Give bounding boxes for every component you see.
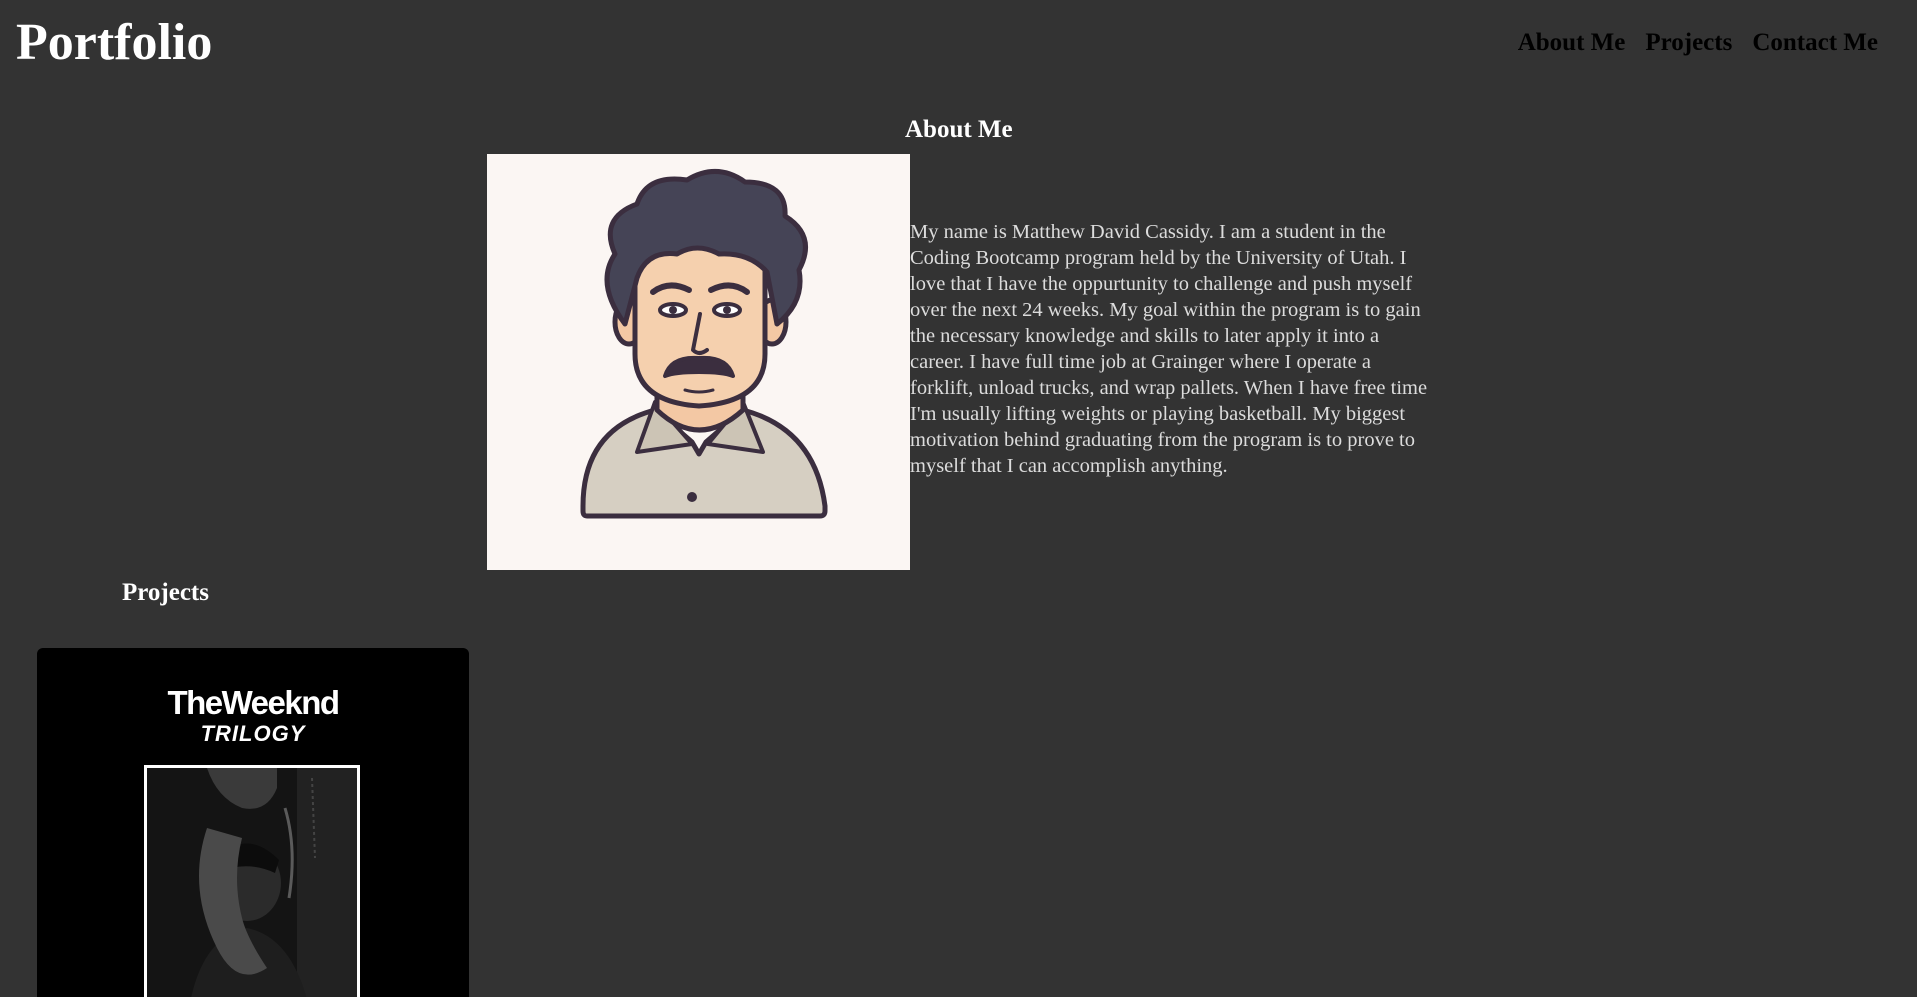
project-cover-subtitle: TRILOGY: [200, 721, 306, 746]
nav-link-contact-me[interactable]: Contact Me: [1752, 26, 1878, 60]
about-me-heading: About Me: [905, 116, 1013, 143]
about-me-bio: My name is Matthew David Cassidy. I am a…: [910, 221, 1428, 477]
main-nav: About Me Projects Contact Me: [1518, 26, 1878, 60]
nav-link-about-me[interactable]: About Me: [1518, 26, 1626, 60]
portfolio-page: Portfolio About Me Projects Contact Me A…: [0, 0, 1917, 997]
project-card[interactable]: TheWeeknd TRILOGY: [37, 648, 469, 997]
profile-avatar: [487, 154, 910, 570]
project-cover-title: TheWeeknd: [167, 684, 340, 721]
cartoon-portrait-icon: [580, 169, 828, 519]
album-photo-icon: [147, 768, 357, 997]
nav-link-projects[interactable]: Projects: [1645, 26, 1732, 60]
site-title: Portfolio: [16, 14, 213, 71]
project-cover-photo: [144, 765, 360, 997]
projects-heading: Projects: [122, 579, 209, 606]
